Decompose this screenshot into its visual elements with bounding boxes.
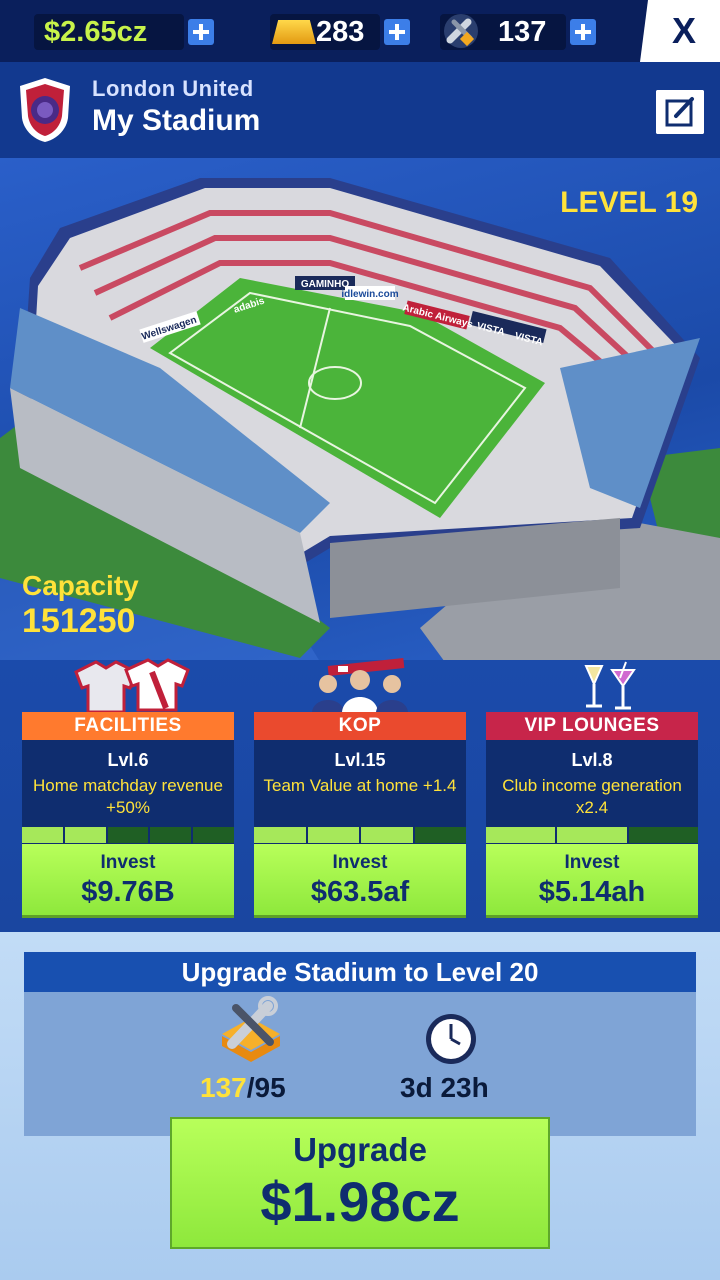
progress-bar [22, 827, 234, 843]
facilities-card: FACILITIES Lvl.6 Home matchday revenue +… [22, 658, 234, 918]
page-header: London United My Stadium [0, 62, 720, 158]
capacity-label: Capacity [22, 570, 139, 601]
upgrade-time: 3d 23h [400, 1072, 489, 1103]
tools-counter: 137 [440, 12, 598, 52]
invest-value: $9.76B [81, 876, 175, 908]
invest-vip-lounges-button[interactable]: Invest $5.14ah [486, 844, 698, 918]
shirts-icon [74, 658, 190, 712]
page-title: My Stadium [92, 104, 261, 137]
currency-bar: $2.65cz 283 137 X [0, 0, 720, 62]
stadium-level: LEVEL 19 [560, 186, 698, 219]
capacity-value: 151250 [22, 602, 136, 640]
card-level: Lvl.15 [334, 750, 386, 770]
tools-needed: /95 [246, 1072, 286, 1103]
upgrade-label: Upgrade [293, 1131, 427, 1168]
cocktail-glasses-icon [584, 661, 636, 710]
cash-counter: $2.65cz [34, 12, 220, 52]
progress-bar [486, 827, 698, 843]
clock-icon [426, 1014, 476, 1064]
card-level: Lvl.8 [571, 750, 613, 770]
club-name: London United [92, 76, 254, 101]
tools-icon [444, 14, 478, 48]
card-title: VIP LOUNGES [486, 712, 698, 740]
ad-board-text: idlewin.com [341, 289, 398, 300]
vip-lounges-card: VIP LOUNGES Lvl.8 Club income generation… [486, 661, 698, 918]
close-button[interactable]: X [640, 0, 720, 62]
edit-icon[interactable] [656, 90, 704, 134]
gold-bar-icon [272, 20, 316, 44]
close-icon: X [671, 10, 696, 51]
progress-bar [254, 827, 466, 843]
club-crest-icon [20, 78, 70, 142]
invest-kop-button[interactable]: Invest $63.5af [254, 844, 466, 918]
card-description: Home matchday revenue +50% [33, 776, 223, 817]
card-description: Team Value at home +1.4 [263, 776, 457, 795]
upgrade-title: Upgrade Stadium to Level 20 [24, 952, 696, 992]
invest-facilities-button[interactable]: Invest $9.76B [22, 844, 234, 918]
add-cash-button[interactable] [188, 19, 214, 45]
stadium-view: Wellswagen adabis GAMINHO idlewin.com Arabic… [0, 158, 720, 710]
tools-owned: 137 [200, 1072, 247, 1103]
card-description: Club income generation x2.4 [502, 776, 682, 817]
invest-label: Invest [564, 852, 620, 873]
invest-value: $5.14ah [538, 876, 646, 908]
invest-label: Invest [332, 852, 388, 873]
card-title: KOP [254, 712, 466, 740]
card-level: Lvl.6 [107, 750, 149, 770]
add-gold-button[interactable] [384, 19, 410, 45]
gold-value: 283 [316, 15, 365, 48]
upgrade-button[interactable]: Upgrade $1.98cz [170, 1117, 550, 1249]
fans-icon [312, 658, 408, 712]
tools-icon [222, 996, 280, 1062]
upgrade-price: $1.98cz [260, 1170, 460, 1233]
gold-counter: 283 [270, 12, 412, 52]
card-title: FACILITIES [22, 712, 234, 740]
cash-value: $2.65cz [34, 14, 184, 50]
tools-requirement: 137/95 [200, 1072, 286, 1104]
kop-card: KOP Lvl.15 Team Value at home +1.4 Inves… [254, 658, 466, 918]
invest-value: $63.5af [310, 876, 410, 908]
invest-label: Invest [100, 852, 156, 873]
tools-value: 137 [498, 15, 547, 48]
add-tools-button[interactable] [570, 19, 596, 45]
